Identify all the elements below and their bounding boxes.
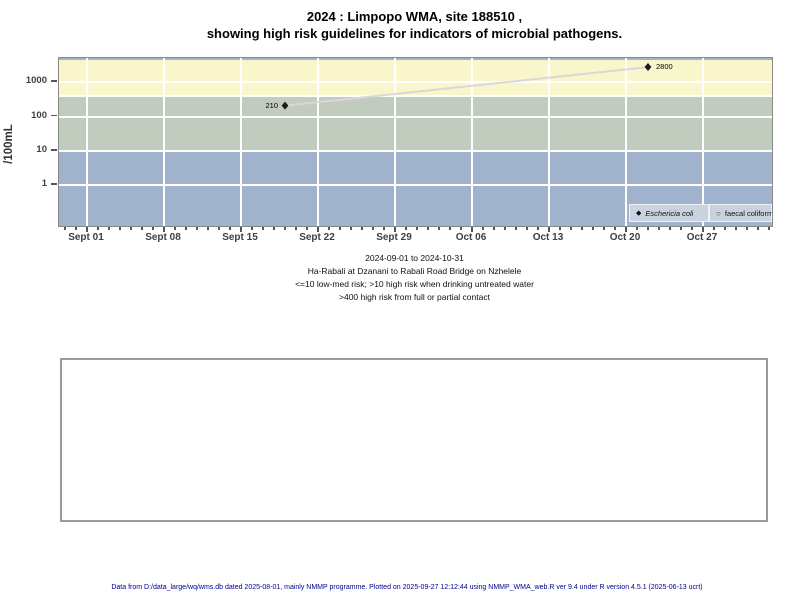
x-minor-tick: [328, 227, 330, 230]
x-minor-tick: [592, 227, 594, 230]
x-minor-tick: [251, 227, 253, 230]
x-minor-tick: [603, 227, 605, 230]
x-minor-tick: [416, 227, 418, 230]
x-minor-tick: [229, 227, 231, 230]
x-minor-tick: [636, 227, 638, 230]
open-circle-icon: ○: [716, 208, 721, 218]
x-minor-tick: [273, 227, 275, 230]
x-minor-tick: [614, 227, 616, 230]
x-minor-tick: [746, 227, 748, 230]
x-minor-tick: [680, 227, 682, 230]
x-minor-tick: [669, 227, 671, 230]
y-tick-mark: [51, 80, 57, 82]
x-minor-tick: [581, 227, 583, 230]
x-minor-tick: [75, 227, 77, 230]
legend-item-ecoli: ◆ Eschericia coli: [629, 204, 709, 222]
data-point-marker: [281, 101, 289, 110]
x-minor-tick: [724, 227, 726, 230]
x-tick-label: Oct 06: [455, 232, 487, 243]
x-tick-label: Sept 08: [145, 232, 181, 243]
x-minor-tick: [97, 227, 99, 230]
x-minor-tick: [130, 227, 132, 230]
x-minor-tick: [174, 227, 176, 230]
y-tick-label: 1: [41, 178, 47, 190]
x-minor-tick: [757, 227, 759, 230]
x-minor-tick: [207, 227, 209, 230]
x-minor-tick: [482, 227, 484, 230]
x-minor-tick: [537, 227, 539, 230]
y-tick-label: 100: [31, 109, 47, 121]
x-minor-tick: [526, 227, 528, 230]
x-minor-tick: [350, 227, 352, 230]
x-minor-tick: [449, 227, 451, 230]
x-minor-tick: [515, 227, 517, 230]
plot-area: ◆ Eschericia coli ○ faecal coliforms 210…: [58, 57, 773, 227]
x-minor-tick: [372, 227, 374, 230]
x-minor-tick: [570, 227, 572, 230]
x-minor-tick: [438, 227, 440, 230]
legend-item-faecal-coliforms: ○ faecal coliforms: [709, 204, 772, 222]
x-tick-label: Sept 15: [222, 232, 258, 243]
data-point-label: 2800: [656, 62, 673, 72]
x-minor-tick: [185, 227, 187, 230]
caption-station: Ha-Rabali at Dzanani to Rabali Road Brid…: [307, 266, 522, 276]
x-minor-tick: [284, 227, 286, 230]
data-series-svg: [281, 63, 652, 110]
x-tick-label: Oct 13: [532, 232, 564, 243]
y-tick-label: 1000: [25, 75, 47, 87]
x-minor-tick: [691, 227, 693, 230]
y-tick-mark: [51, 114, 57, 117]
y-tick-label: 10: [36, 144, 47, 155]
legend-label-ecoli: Eschericia coli: [645, 208, 694, 218]
x-tick-label: Oct 20: [609, 232, 641, 243]
footer-text: Data from D:/data_large/wq/wms.db dated …: [111, 584, 703, 591]
x-minor-tick: [427, 227, 429, 230]
series-line: [284, 66, 649, 107]
data-point-marker: [644, 63, 652, 72]
data-point-label: 210: [265, 100, 278, 110]
filled-diamond-icon: ◆: [636, 210, 642, 217]
x-minor-tick: [559, 227, 561, 230]
x-minor-tick: [713, 227, 715, 230]
results-box: [60, 358, 768, 522]
x-minor-tick: [493, 227, 495, 230]
legend-label-faecal-coliforms: faecal coliforms: [724, 208, 773, 218]
x-tick-label: Sept 22: [299, 232, 335, 243]
caption-date-range: 2024-09-01 to 2024-10-31: [365, 253, 464, 263]
y-tick-mark: [51, 149, 57, 151]
x-minor-tick: [295, 227, 297, 230]
legend: ◆ Eschericia coli ○ faecal coliforms: [629, 204, 772, 224]
caption-risk-drinking: <=10 low-med risk; >10 high risk when dr…: [295, 279, 534, 289]
x-tick-label: Sept 29: [376, 232, 412, 243]
x-minor-tick: [383, 227, 385, 230]
x-minor-tick: [119, 227, 121, 230]
x-minor-tick: [306, 227, 308, 230]
x-minor-tick: [768, 227, 770, 230]
x-minor-tick: [405, 227, 407, 230]
x-minor-tick: [339, 227, 341, 230]
caption: 2024-09-01 to 2024-10-31 Ha-Rabali at Dz…: [58, 252, 771, 304]
plot-page: 2024 : Limpopo WMA, site 188510 , showin…: [0, 0, 800, 600]
y-tick-mark: [51, 183, 57, 185]
x-minor-tick: [64, 227, 66, 230]
x-minor-tick: [361, 227, 363, 230]
chart-title: 2024 : Limpopo WMA, site 188510 , showin…: [58, 8, 771, 42]
x-minor-tick: [647, 227, 649, 230]
x-minor-tick: [504, 227, 506, 230]
x-minor-tick: [196, 227, 198, 230]
x-minor-tick: [141, 227, 143, 230]
x-tick-label: Oct 27: [686, 232, 718, 243]
x-minor-tick: [108, 227, 110, 230]
x-minor-tick: [658, 227, 660, 230]
caption-risk-contact: >400 high risk from full or partial cont…: [339, 292, 490, 302]
x-minor-tick: [735, 227, 737, 230]
chart-title-line2: showing high risk guidelines for indicat…: [206, 26, 623, 41]
chart-title-line1: 2024 : Limpopo WMA, site 188510 ,: [306, 9, 523, 24]
x-minor-tick: [262, 227, 264, 230]
x-minor-tick: [152, 227, 154, 230]
x-tick-label: Sept 01: [68, 232, 104, 243]
x-minor-tick: [218, 227, 220, 230]
x-minor-tick: [460, 227, 462, 230]
